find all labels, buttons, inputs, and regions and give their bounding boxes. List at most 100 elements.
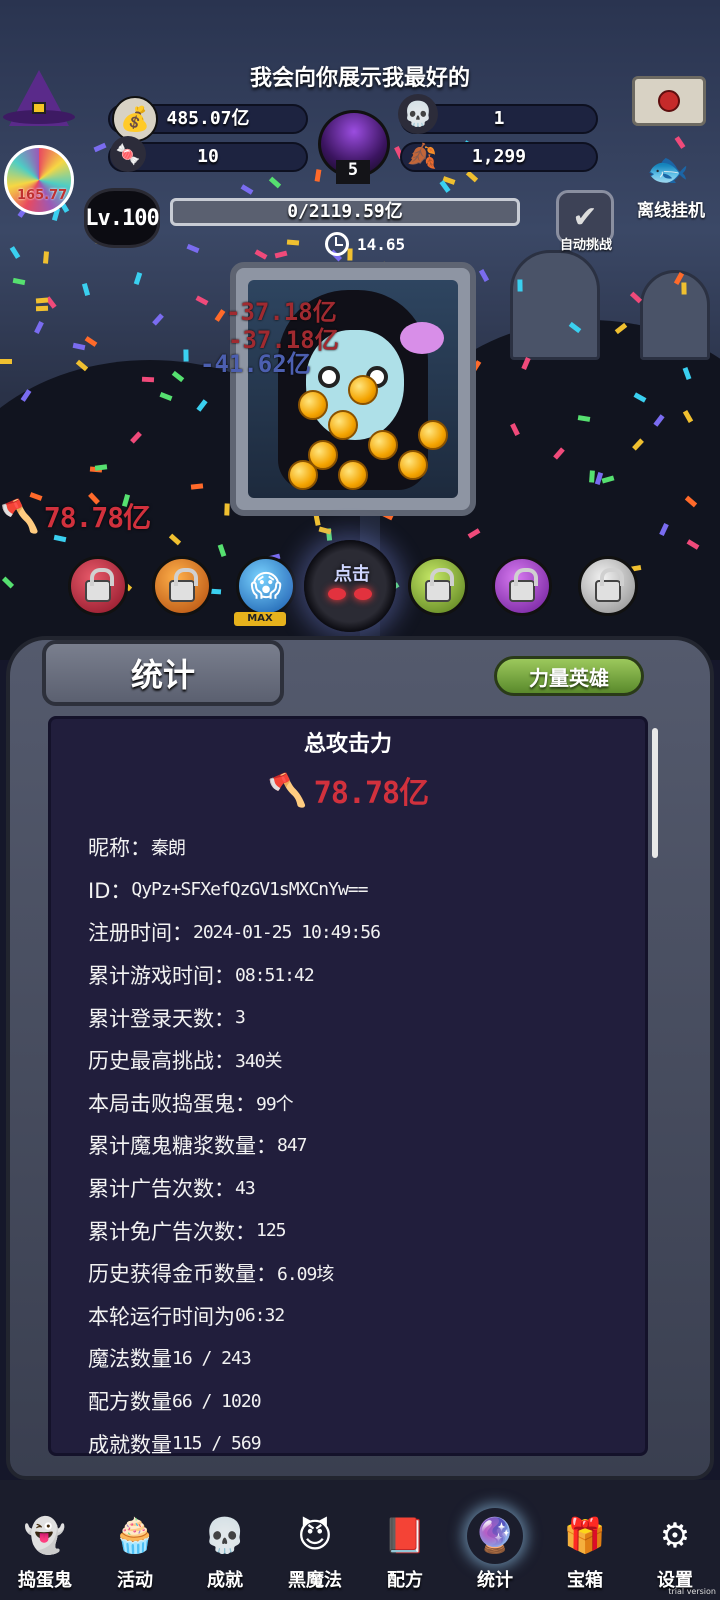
confetti-piece bbox=[0, 359, 12, 364]
bottom-nav: 👻 捣蛋鬼 🧁 活动 💀 成就 😈 黑魔法 📕 配方 🔮 统计 🎁 宝箱 ⚙ 设置 bbox=[0, 1480, 720, 1600]
lollipop-icon[interactable]: 165.77 bbox=[4, 145, 74, 215]
nav-label: 配方 bbox=[387, 1570, 423, 1591]
nav-item[interactable]: 🎁 宝箱 bbox=[540, 1480, 630, 1600]
nav-item[interactable]: 🔮 统计 bbox=[450, 1480, 540, 1600]
damage-popup: -41.62亿 bbox=[200, 350, 311, 378]
nav-item[interactable]: ⚙ 设置 bbox=[630, 1480, 720, 1600]
stat-value: 43 bbox=[235, 1177, 256, 1199]
gold-bag-icon: 💰 bbox=[112, 96, 158, 142]
confetti-piece bbox=[9, 246, 21, 259]
ghost-icon: 👻 bbox=[23, 1516, 67, 1556]
confetti-piece bbox=[35, 305, 49, 312]
click-label: 点击 bbox=[334, 564, 370, 585]
stat-label: ID： bbox=[88, 878, 132, 903]
confetti-piece bbox=[81, 283, 91, 296]
tombstone bbox=[510, 250, 600, 360]
stat-value: 125 bbox=[256, 1220, 286, 1242]
cauldron-count: 5 bbox=[336, 160, 370, 184]
pink-bow-icon bbox=[400, 322, 444, 354]
lock-icon bbox=[509, 568, 538, 602]
stat-value: 847 bbox=[277, 1134, 307, 1156]
stat-row: 历史最高挑战： 340关 bbox=[88, 1039, 628, 1082]
confetti-piece bbox=[240, 184, 254, 195]
coin-icon bbox=[328, 410, 358, 440]
nav-item[interactable]: 😈 黑魔法 bbox=[270, 1480, 360, 1600]
level-badge: Lv.100 bbox=[84, 188, 160, 248]
stat-row: 累计登录天数： 3 bbox=[88, 996, 628, 1039]
stat-row: 魔法数量 16 / 243 bbox=[88, 1337, 628, 1380]
hero-orb-green-locked[interactable] bbox=[408, 556, 468, 616]
stat-row: 昵称： 秦朗 bbox=[88, 826, 628, 869]
stat-value: 3 bbox=[235, 1007, 246, 1029]
clock-icon bbox=[325, 232, 349, 256]
coin-icon bbox=[288, 460, 318, 490]
panel-title: 统计 bbox=[42, 640, 284, 706]
stat-label: 累计登录天数： bbox=[88, 1006, 235, 1031]
stat-row: 累计免广告次数： 125 bbox=[88, 1209, 628, 1252]
nav-item[interactable]: 👻 捣蛋鬼 bbox=[0, 1480, 90, 1600]
nav-item[interactable]: 💀 成就 bbox=[180, 1480, 270, 1600]
nav-label: 宝箱 bbox=[567, 1570, 603, 1591]
nav-label: 活动 bbox=[117, 1570, 153, 1591]
nav-item[interactable]: 🧁 活动 bbox=[90, 1480, 180, 1600]
gold-value: 485.07亿 bbox=[166, 108, 250, 129]
click-demon-button[interactable] bbox=[304, 540, 396, 632]
confetti-piece bbox=[254, 249, 268, 260]
stat-label: 本局击败捣蛋鬼： bbox=[88, 1091, 256, 1116]
hero-orb-orange-locked[interactable] bbox=[152, 556, 212, 616]
coin-icon bbox=[368, 430, 398, 460]
stage-hp-text: 0/2119.59亿 bbox=[287, 201, 403, 222]
stat-label: 历史最高挑战： bbox=[88, 1049, 235, 1074]
hero-orb-purple-locked[interactable] bbox=[492, 556, 552, 616]
max-badge: MAX bbox=[234, 612, 286, 626]
stats-scrollbar[interactable] bbox=[652, 728, 658, 858]
fish-bone-icon[interactable]: 🐟 bbox=[638, 150, 698, 196]
hero-orb-red-locked[interactable] bbox=[68, 556, 128, 616]
stat-value: 16 / 243 bbox=[172, 1347, 252, 1369]
stat-label: 累计魔鬼糖浆数量： bbox=[88, 1134, 277, 1159]
total-attack-title: 总攻击力 bbox=[303, 732, 392, 757]
witch-hat-icon[interactable] bbox=[3, 56, 75, 126]
confetti-piece bbox=[286, 239, 300, 246]
hero-orb-blue[interactable]: 😱 bbox=[236, 556, 296, 616]
stat-row: 历史获得金币数量： 6.09垓 bbox=[88, 1252, 628, 1295]
stat-value: 340关 bbox=[235, 1051, 283, 1073]
stat-row: 成就数量 115 / 569 bbox=[88, 1422, 628, 1465]
lock-icon bbox=[425, 568, 454, 602]
confetti-piece bbox=[42, 251, 50, 264]
stats-list: 昵称： 秦朗 ID： QyPz+SFXefQzGV1sMXCnYw== 注册时间： 202… bbox=[88, 826, 628, 1465]
confetti-piece bbox=[72, 342, 86, 351]
stat-row: 累计魔鬼糖浆数量： 847 bbox=[88, 1124, 628, 1167]
stat-value: QyPz+SFXefQzGV1sMXCnYw== bbox=[131, 879, 368, 901]
nav-item[interactable]: 📕 配方 bbox=[360, 1480, 450, 1600]
skull-potion-value: 1 bbox=[493, 108, 505, 129]
axe-icon: 🪓 bbox=[267, 771, 308, 809]
coin-icon bbox=[338, 460, 368, 490]
lollipop-value: 165.77 bbox=[17, 188, 68, 203]
confetti-piece bbox=[629, 291, 643, 304]
confetti-piece bbox=[35, 297, 49, 304]
confetti-piece bbox=[268, 176, 282, 189]
stat-value: 6.09垓 bbox=[277, 1264, 334, 1286]
auto-challenge-label: 自动挑战 bbox=[559, 238, 612, 253]
stat-value: 115 / 569 bbox=[172, 1433, 262, 1455]
gift-box-icon: 🎁 bbox=[563, 1516, 607, 1556]
confetti-piece bbox=[186, 243, 200, 254]
gear-icon: ⚙ bbox=[659, 1516, 691, 1556]
nav-label: 统计 bbox=[477, 1570, 513, 1591]
spellbook-icon: 📕 bbox=[383, 1516, 427, 1556]
confetti-piece bbox=[589, 470, 595, 483]
stat-label: 魔法数量 bbox=[88, 1347, 172, 1372]
nav-label: 捣蛋鬼 bbox=[18, 1570, 72, 1591]
stat-value: 08:51:42 bbox=[235, 964, 315, 986]
coin-icon bbox=[418, 420, 448, 450]
mail-envelope-icon[interactable] bbox=[632, 76, 706, 126]
confetti-piece bbox=[34, 321, 44, 334]
hero-orb-white-locked[interactable] bbox=[578, 556, 638, 616]
confetti-piece bbox=[133, 272, 143, 285]
strength-hero-button[interactable]: 力量英雄 bbox=[494, 656, 644, 696]
confetti-piece bbox=[314, 169, 322, 182]
game-scene: 我会向你展示我最好的 165.77 485.07亿 💰 1 💀 10 🍬 1,2… bbox=[0, 0, 720, 660]
confetti-piece bbox=[674, 136, 686, 149]
confetti-piece bbox=[141, 376, 155, 383]
